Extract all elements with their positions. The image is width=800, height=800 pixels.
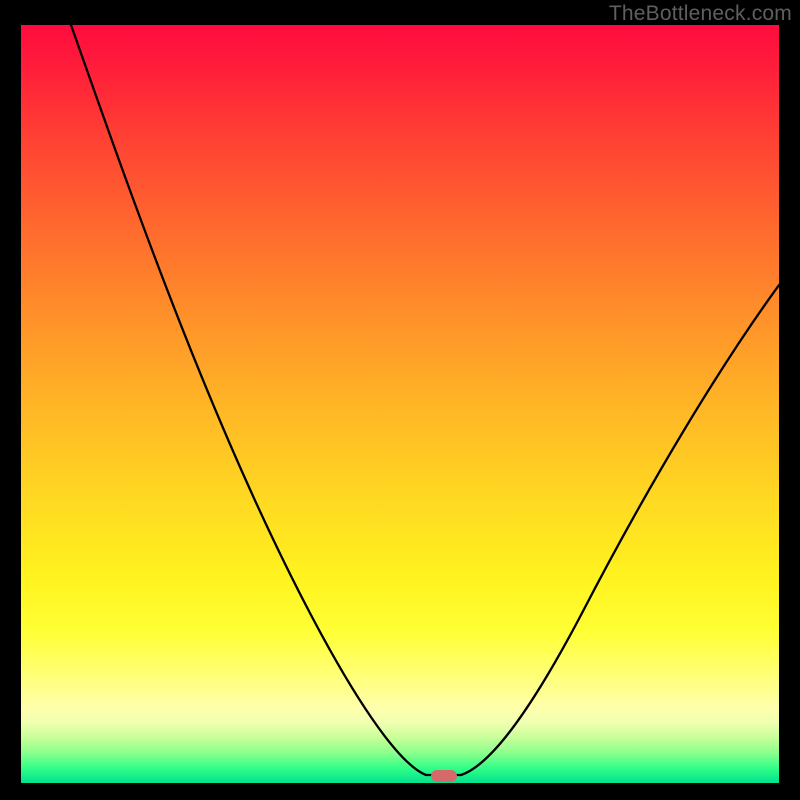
- chart-frame: TheBottleneck.com: [0, 0, 800, 800]
- plot-area: [21, 25, 779, 783]
- watermark-text: TheBottleneck.com: [609, 2, 792, 26]
- bottleneck-curve: [21, 25, 779, 783]
- optimum-marker: [431, 770, 457, 782]
